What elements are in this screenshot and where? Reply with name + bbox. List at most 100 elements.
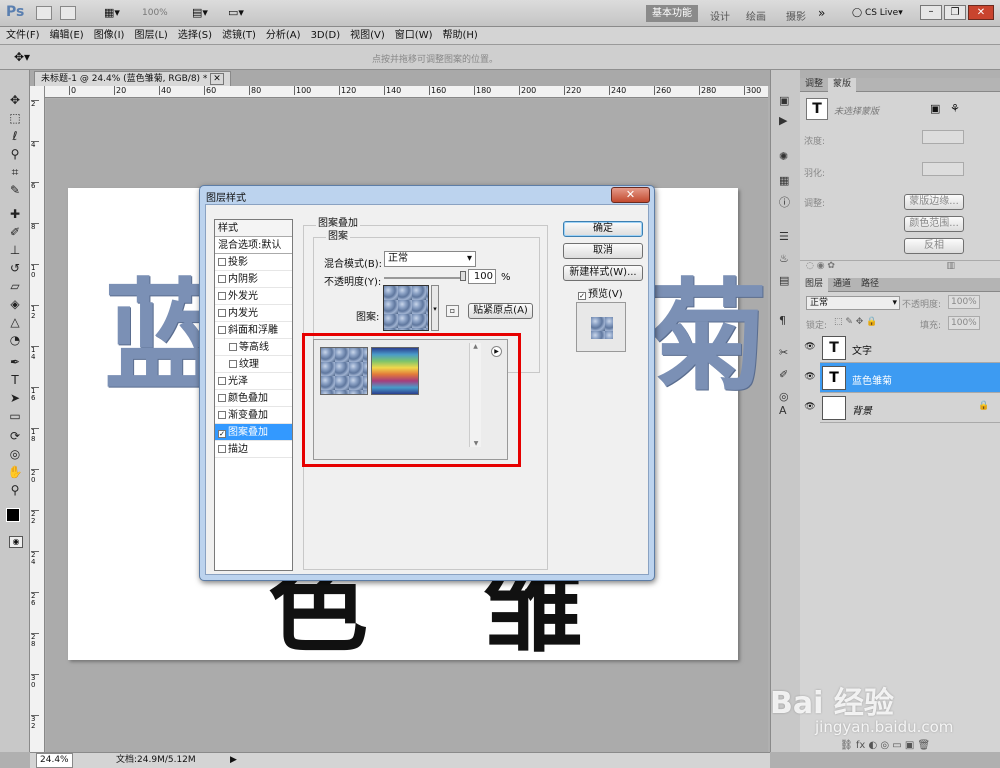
style-item[interactable]: 颜色叠加: [215, 390, 292, 407]
tab-paths[interactable]: 路径: [856, 278, 884, 292]
style-item[interactable]: 渐变叠加: [215, 407, 292, 424]
pen-tool-icon[interactable]: ✒: [6, 354, 24, 370]
menu-layer[interactable]: 图层(L): [128, 27, 171, 43]
style-item[interactable]: 等高线: [215, 339, 292, 356]
styles-header[interactable]: 样式: [215, 220, 292, 237]
opacity-slider-track[interactable]: [384, 277, 464, 279]
character-panel-icon[interactable]: ✐: [779, 368, 788, 382]
style-item[interactable]: 内阴影: [215, 271, 292, 288]
new-preset-icon[interactable]: ▫: [446, 305, 459, 317]
lasso-tool-icon[interactable]: ℓ: [6, 128, 24, 144]
visibility-eye-icon[interactable]: 👁: [804, 342, 816, 354]
shape-tool-icon[interactable]: ▭: [6, 408, 24, 424]
minibridge-icon[interactable]: [60, 6, 76, 20]
menu-image[interactable]: 图像(I): [88, 27, 129, 43]
healing-tool-icon[interactable]: ✚: [6, 206, 24, 222]
move-tool-preset-icon[interactable]: ✥▾: [14, 50, 30, 64]
crop-tool-icon[interactable]: ⌗: [6, 164, 24, 180]
menu-3d[interactable]: 3D(D): [305, 27, 345, 43]
status-zoom[interactable]: 24.4%: [36, 753, 73, 768]
pattern-dropdown-arrow-icon[interactable]: ▾: [431, 285, 439, 331]
style-item[interactable]: 描边: [215, 441, 292, 458]
lock-icons[interactable]: ⬚ ✎ ✥ 🔒: [834, 317, 877, 327]
view-extras-icon[interactable]: ▦▾: [104, 6, 126, 20]
new-style-button[interactable]: 新建样式(W)...: [563, 265, 643, 281]
style-item[interactable]: 投影: [215, 254, 292, 271]
tab-layers[interactable]: 图层: [800, 278, 829, 292]
bridge-icon[interactable]: [36, 6, 52, 20]
stamp-tool-icon[interactable]: ⊥: [6, 242, 24, 258]
more-workspaces[interactable]: »: [818, 6, 825, 20]
visibility-eye-icon[interactable]: 👁: [804, 372, 816, 384]
opacity-slider-thumb[interactable]: [460, 271, 466, 281]
info-panel-icon[interactable]: ⓘ: [779, 196, 790, 210]
close-app-button[interactable]: ✕: [968, 5, 994, 20]
workspace-photography[interactable]: 摄影: [786, 8, 806, 23]
menu-analysis[interactable]: 分析(A): [260, 27, 305, 43]
visibility-eye-icon[interactable]: 👁: [804, 402, 816, 414]
opacity-input[interactable]: 100: [468, 269, 496, 284]
color-range-button[interactable]: 颜色范围...: [904, 216, 964, 232]
layer-opacity-field[interactable]: 100%: [948, 295, 980, 309]
tab-adjustments[interactable]: 调整: [800, 78, 828, 92]
quick-mask-icon[interactable]: ◉: [9, 536, 23, 548]
close-tab-icon[interactable]: ✕: [210, 73, 224, 85]
cancel-button[interactable]: 取消: [563, 243, 643, 259]
blend-mode-select[interactable]: 正常 ▾: [384, 251, 476, 267]
color-panel-icon[interactable]: ✺: [779, 150, 788, 164]
brushes-panel-icon[interactable]: ☰: [779, 230, 789, 244]
menu-view[interactable]: 视图(V): [344, 27, 389, 43]
3d-panel-icon[interactable]: ✂: [779, 346, 788, 360]
restore-button[interactable]: ❐: [944, 5, 966, 20]
dodge-tool-icon[interactable]: ◔: [6, 332, 24, 348]
snap-to-origin-button[interactable]: 贴紧原点(A): [468, 303, 533, 319]
type-panel-icon[interactable]: A: [779, 404, 787, 418]
masks-panel-icon[interactable]: ◎: [779, 390, 789, 404]
3d-orbit-icon[interactable]: ◎: [6, 446, 24, 462]
workspace-design[interactable]: 设计: [710, 8, 730, 23]
minimize-button[interactable]: –: [920, 5, 942, 20]
arrange-icon[interactable]: ▤▾: [192, 6, 208, 19]
style-item[interactable]: 外发光: [215, 288, 292, 305]
style-item[interactable]: 斜面和浮雕: [215, 322, 292, 339]
workspace-essentials[interactable]: 基本功能: [646, 5, 698, 22]
clone-source-icon[interactable]: ♨: [779, 252, 789, 266]
3d-rotate-icon[interactable]: ⟳: [6, 428, 24, 444]
history-panel-icon[interactable]: ▣: [779, 94, 789, 108]
workspace-painting[interactable]: 绘画: [746, 8, 766, 23]
type-tool-icon[interactable]: T: [6, 372, 24, 388]
preview-checkbox[interactable]: ✓ 预览(V): [578, 285, 623, 300]
tab-masks[interactable]: 蒙版: [828, 78, 857, 92]
history-brush-icon[interactable]: ↺: [6, 260, 24, 276]
layer-row-blue-daisy[interactable]: T 蓝色雏菊: [820, 363, 1000, 393]
dialog-close-button[interactable]: ✕: [611, 187, 650, 203]
fill-field[interactable]: 100%: [948, 316, 980, 330]
screen-mode-icon[interactable]: ▭▾: [228, 6, 244, 19]
menu-file[interactable]: 文件(F): [0, 27, 44, 43]
blur-tool-icon[interactable]: △: [6, 314, 24, 330]
style-item[interactable]: 光泽: [215, 373, 292, 390]
swatches-panel-icon[interactable]: ▦: [779, 174, 789, 188]
style-item[interactable]: 内发光: [215, 305, 292, 322]
document-tab[interactable]: 未标题-1 @ 24.4% (蓝色雏菊, RGB/8) * ✕: [34, 71, 231, 86]
menu-filter[interactable]: 滤镜(T): [216, 27, 260, 43]
cs-live[interactable]: ◯ CS Live▾: [852, 8, 903, 18]
path-select-icon[interactable]: ➤: [6, 390, 24, 406]
zoom-level[interactable]: 100%: [142, 8, 168, 18]
tool-presets-icon[interactable]: ▤: [779, 274, 789, 288]
foreground-color[interactable]: [6, 508, 20, 522]
move-tool-icon[interactable]: ✥: [6, 92, 24, 108]
style-item[interactable]: ✓ 图案叠加: [215, 424, 292, 441]
hand-tool-icon[interactable]: ✋: [6, 464, 24, 480]
menu-window[interactable]: 窗口(W): [389, 27, 437, 43]
blend-options-item[interactable]: 混合选项:默认: [215, 237, 292, 254]
brush-tool-icon[interactable]: ✐: [6, 224, 24, 240]
menu-select[interactable]: 选择(S): [172, 27, 216, 43]
eraser-tool-icon[interactable]: ▱: [6, 278, 24, 294]
layer-row-background[interactable]: 背景 🔒: [820, 393, 1000, 423]
paragraph-panel-icon[interactable]: ¶: [779, 314, 786, 328]
eyedropper-tool-icon[interactable]: ✎: [6, 182, 24, 198]
tab-channels[interactable]: 通道: [828, 278, 856, 292]
status-arrow-icon[interactable]: ▶: [230, 753, 237, 768]
density-field[interactable]: [922, 130, 964, 144]
